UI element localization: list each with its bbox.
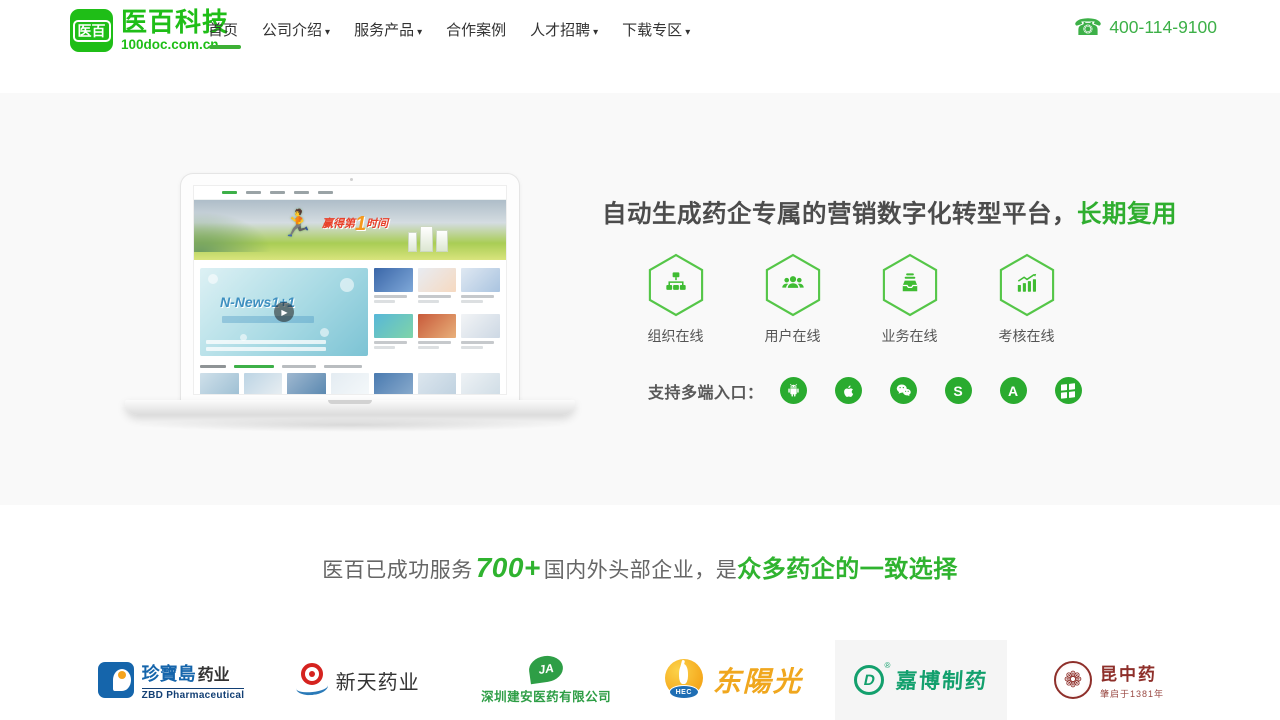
mock-video-caption-bar [206,347,326,351]
mock-nav [194,186,506,200]
nav-item-company[interactable]: 公司介绍▾ [262,19,330,44]
partner-logo-strip: 珍寶島药业 ZBD Pharmaceutical 新天药业 JA 深圳建安医药有… [0,640,1280,720]
hero-title: 自动生成药企专属的营销数字化转型平台，长期复用 [602,195,1177,230]
hotline-number: 400-114-9100 [1109,17,1217,38]
zbd-logo-icon [98,662,134,698]
stats-headline: 医百已成功服务700+国内外头部企业，是众多药企的一致选择 [0,549,1280,584]
feature-users: 用户在线 [734,253,851,346]
site-logo[interactable]: 医百 医百科技 100doc.com.cn [70,9,229,52]
stats-highlight: 众多药企的一致选择 [737,556,958,583]
feature-assessment: 考核在线 [968,253,1085,346]
play-button[interactable]: ▶ [274,302,294,322]
partner-jianan[interactable]: JA 深圳建安医药有限公司 [460,640,632,720]
hero-section: 🏃 赢得第1时间 N-News1+1 ▶ [0,93,1280,505]
mock-banner: 🏃 赢得第1时间 [194,200,506,260]
partner-jiabo[interactable]: D ® 嘉博制药 [835,640,1007,720]
mock-video-thumbnail: N-News1+1 ▶ [200,268,368,356]
feature-label: 用户在线 [765,326,821,346]
kunzhongyao-logo-icon: ❁ [1054,661,1092,699]
chevron-down-icon: ▾ [417,27,422,38]
apple-icon [835,377,862,404]
laptop-camera-dot [350,178,353,181]
partner-zbd[interactable]: 珍寶島药业 ZBD Pharmaceutical [85,640,257,720]
android-icon [780,377,807,404]
chevron-down-icon: ▾ [593,27,598,38]
top-header: 医百 医百科技 100doc.com.cn 首页 公司介绍▾ 服务产品▾ 合作案… [0,0,1280,93]
laptop-shadow [133,418,567,432]
nav-item-careers[interactable]: 人才招聘▾ [530,19,598,44]
chevron-down-icon: ▾ [685,27,690,38]
platforms-row: 支持多端入口： [648,377,1082,404]
nav-item-products[interactable]: 服务产品▾ [354,19,422,44]
feature-list: 组织在线 用户在线 [617,253,1085,346]
mock-hill [194,212,272,252]
play-icon: ▶ [281,308,287,317]
hero-title-highlight: 长期复用 [1077,201,1177,228]
partner-hec[interactable]: HEC 东陽光 [648,640,820,720]
partner-xintian[interactable]: 新天药业 [273,640,445,720]
jiabo-logo-icon: D ® [854,663,888,697]
laptop-screen: 🏃 赢得第1时间 N-News1+1 ▶ [193,185,507,395]
wechat-icon [890,377,917,404]
inbox-icon [881,253,939,317]
bar-chart-icon [998,253,1056,317]
xintian-logo-icon [298,663,328,697]
app-store-icon: A [1000,377,1027,404]
mock-product-boxes [408,226,448,252]
users-icon [764,253,822,317]
mock-news-grid [374,268,500,356]
chevron-down-icon: ▾ [325,27,330,38]
nav-item-home[interactable]: 首页 [208,19,238,44]
feature-business: 业务在线 [851,253,968,346]
org-chart-icon [647,253,705,317]
platforms-label: 支持多端入口： [648,379,764,403]
nav-item-downloads[interactable]: 下载专区▾ [622,19,690,44]
jianan-logo-icon: JA [528,653,565,683]
feature-label: 考核在线 [999,326,1055,346]
laptop-base [125,400,575,415]
telephone-icon: ☎ [1074,16,1103,39]
nav-item-cases[interactable]: 合作案例 [446,19,506,44]
feature-organization: 组织在线 [617,253,734,346]
mock-banner-text: 赢得第1时间 [322,213,388,236]
hec-logo-icon: HEC [665,659,705,701]
mini-program-icon: S [945,377,972,404]
runner-icon: 🏃 [280,208,317,239]
feature-label: 业务在线 [882,326,938,346]
feature-label: 组织在线 [648,326,704,346]
partner-kunzhongyao[interactable]: ❁ 昆中药 肇启于1381年 [1023,640,1195,720]
mock-video-subtitle-bar [222,316,314,323]
mock-second-section [194,360,506,395]
main-nav: 首页 公司介绍▾ 服务产品▾ 合作案例 人才招聘▾ 下载专区▾ [208,19,690,44]
stats-number: 700+ [476,552,541,583]
logo-badge-icon: 医百 [70,9,113,52]
hotline[interactable]: ☎ 400-114-9100 [1074,16,1217,39]
windows-icon [1055,377,1082,404]
laptop-body: 🏃 赢得第1时间 N-News1+1 ▶ [180,173,520,401]
laptop-mockup: 🏃 赢得第1时间 N-News1+1 ▶ [125,140,575,440]
